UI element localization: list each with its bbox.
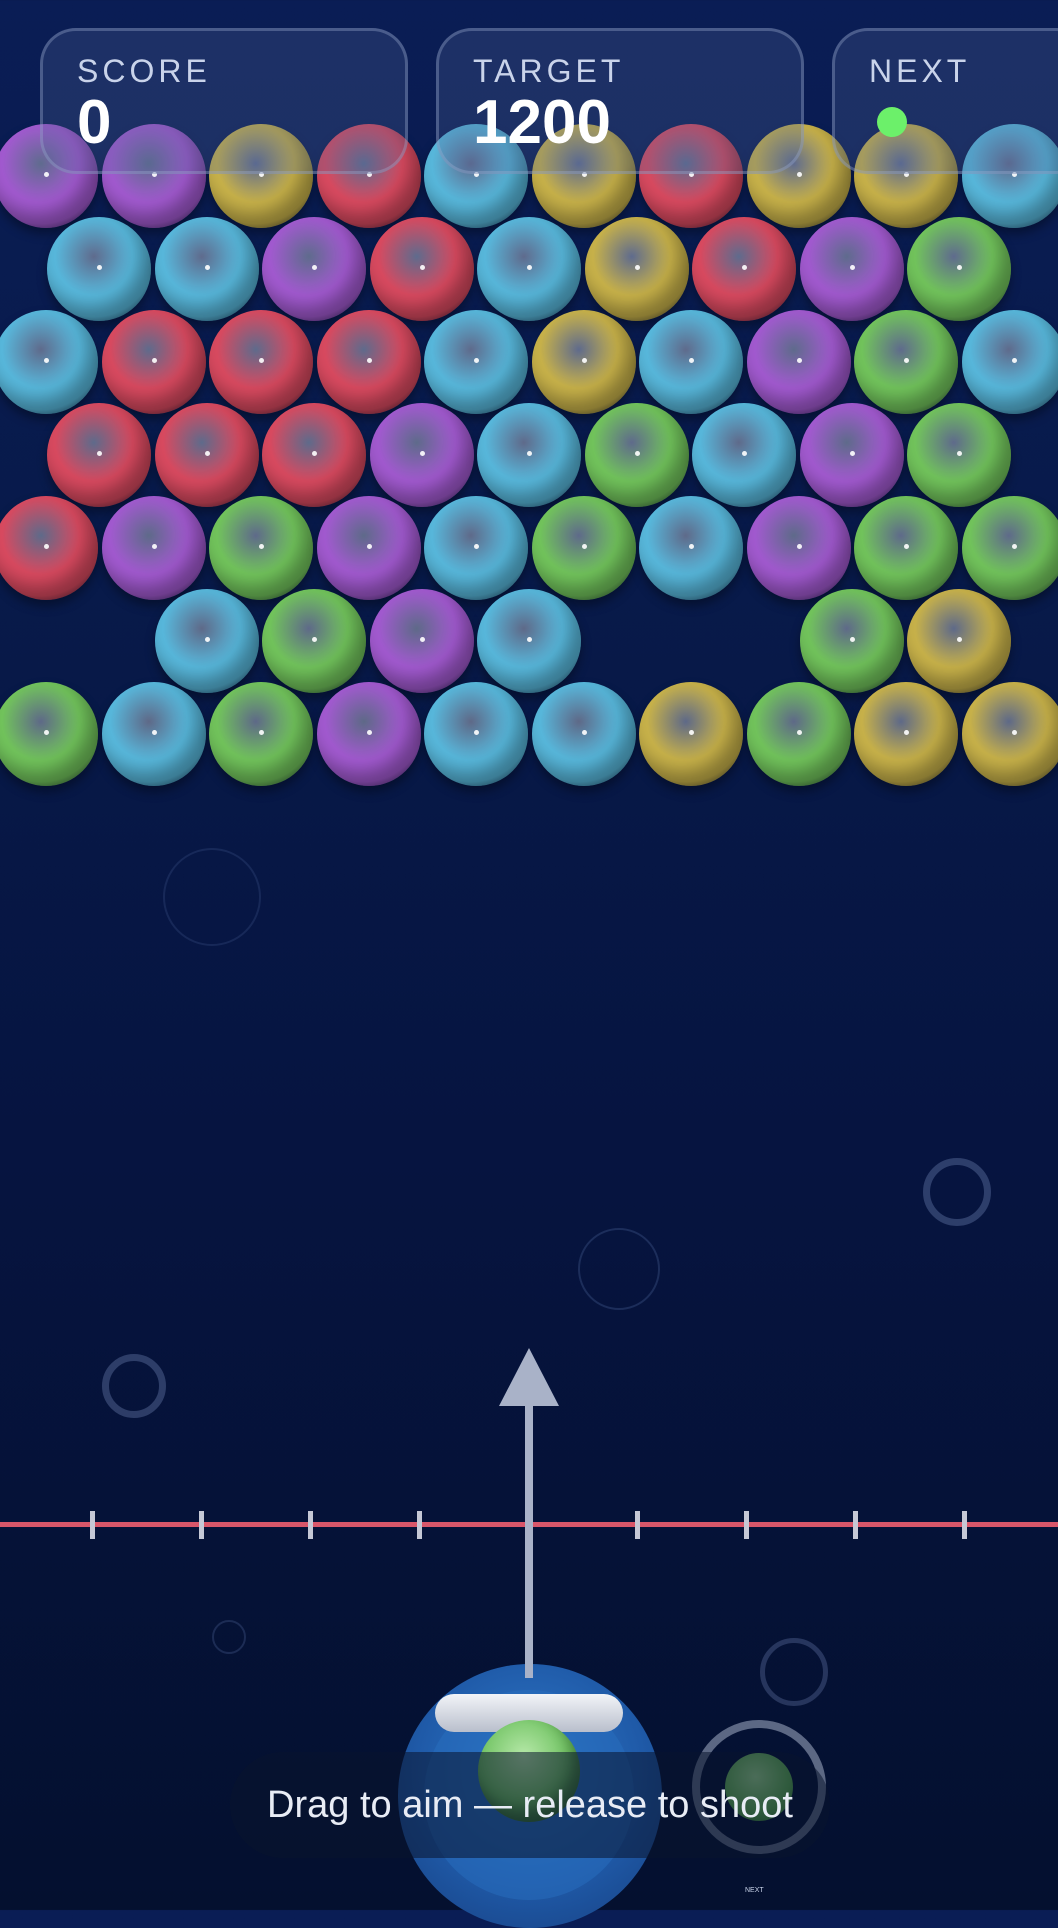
bubble xyxy=(639,682,743,786)
bubble xyxy=(800,589,904,693)
bubble xyxy=(747,310,851,414)
next-label: NEXT xyxy=(869,53,970,90)
bubble xyxy=(0,682,98,786)
hint-banner: Drag to aim — release to shoot xyxy=(230,1752,830,1858)
rail-tick xyxy=(90,1511,95,1539)
bubble xyxy=(585,217,689,321)
rail-tick xyxy=(308,1511,313,1539)
bubble xyxy=(907,403,1011,507)
bubble xyxy=(639,310,743,414)
bubble xyxy=(317,310,421,414)
rail-tick xyxy=(962,1511,967,1539)
bubble xyxy=(102,682,206,786)
bubble xyxy=(854,310,958,414)
bubble xyxy=(370,403,474,507)
bubble xyxy=(209,310,313,414)
bubble xyxy=(477,403,581,507)
aim-guide-line xyxy=(525,1396,533,1678)
target-label: TARGET xyxy=(473,53,624,90)
bubble xyxy=(155,403,259,507)
bubble xyxy=(370,589,474,693)
rail-tick xyxy=(199,1511,204,1539)
bubble xyxy=(747,682,851,786)
next-panel: NEXT xyxy=(832,28,1058,174)
bubble xyxy=(532,682,636,786)
bubble xyxy=(209,682,313,786)
background-ring xyxy=(923,1158,991,1226)
background-ring xyxy=(102,1354,166,1418)
rail-tick xyxy=(417,1511,422,1539)
bubble xyxy=(155,589,259,693)
bubble xyxy=(209,496,313,600)
aim-arrow-icon xyxy=(499,1348,559,1406)
bubble xyxy=(747,496,851,600)
bubble xyxy=(424,496,528,600)
bubble xyxy=(692,217,796,321)
next-small-label: NEXT xyxy=(745,1887,764,1894)
bubble xyxy=(262,217,366,321)
bubble xyxy=(477,217,581,321)
bubble xyxy=(47,403,151,507)
bubble xyxy=(0,496,98,600)
bubble xyxy=(102,496,206,600)
score-label: SCORE xyxy=(77,53,211,90)
bubble xyxy=(532,496,636,600)
bubble xyxy=(962,310,1058,414)
bubble xyxy=(585,403,689,507)
bubble xyxy=(317,496,421,600)
score-panel: SCORE 0 xyxy=(40,28,408,174)
next-color-indicator xyxy=(877,107,907,137)
bubble xyxy=(692,403,796,507)
bubble xyxy=(854,496,958,600)
bubble xyxy=(907,589,1011,693)
background-ring xyxy=(212,1620,246,1654)
bubble xyxy=(800,217,904,321)
background-ring xyxy=(578,1228,660,1310)
rail-tick xyxy=(853,1511,858,1539)
target-panel: TARGET 1200 xyxy=(436,28,804,174)
bubble xyxy=(262,403,366,507)
bubble xyxy=(424,310,528,414)
bubble xyxy=(0,310,98,414)
bubble xyxy=(155,217,259,321)
rail-tick xyxy=(744,1511,749,1539)
bubble xyxy=(854,682,958,786)
bubble xyxy=(262,589,366,693)
bubble xyxy=(47,217,151,321)
target-value: 1200 xyxy=(473,87,611,158)
bubble xyxy=(639,496,743,600)
bubble xyxy=(962,496,1058,600)
bubble xyxy=(102,310,206,414)
bubble xyxy=(800,403,904,507)
score-value: 0 xyxy=(77,87,111,158)
background-ring xyxy=(163,848,261,946)
background-ring xyxy=(760,1638,828,1706)
bubble xyxy=(424,682,528,786)
hint-text: Drag to aim — release to shoot xyxy=(230,1752,830,1858)
bubble xyxy=(317,682,421,786)
bubble xyxy=(532,310,636,414)
bubble xyxy=(370,217,474,321)
bubble xyxy=(907,217,1011,321)
bubble xyxy=(477,589,581,693)
bubble xyxy=(962,682,1058,786)
rail-tick xyxy=(635,1511,640,1539)
